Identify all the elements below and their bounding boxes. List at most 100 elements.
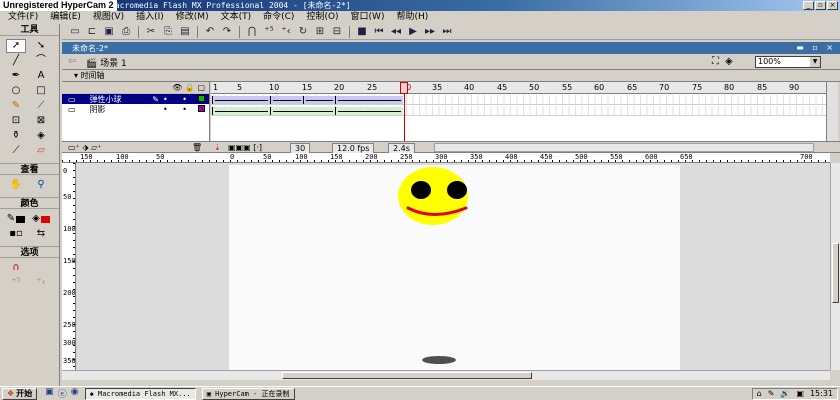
ie-icon[interactable]: ⓔ xyxy=(58,387,67,400)
tween-span[interactable] xyxy=(335,107,403,115)
layer-row-shadow[interactable]: ▭ 阴影 • • xyxy=(62,104,209,114)
new-file-icon[interactable]: ▭ xyxy=(68,25,82,38)
frame-row-ball[interactable] xyxy=(211,95,826,105)
menu-insert[interactable]: 插入(I) xyxy=(136,11,164,24)
stop-icon[interactable]: ■ xyxy=(355,25,369,38)
menu-control[interactable]: 控制(O) xyxy=(306,11,338,24)
scene-edit-icons[interactable]: ⛶◈ xyxy=(712,56,739,67)
layer-row-ball[interactable]: ▭ 弹性小球 ✎ • • xyxy=(62,94,209,104)
menu-edit[interactable]: 编辑(E) xyxy=(50,11,81,24)
save-icon[interactable]: ▣ xyxy=(102,25,116,38)
fill-color-icon[interactable]: ◈ xyxy=(31,212,51,226)
play-icon[interactable]: ▶ xyxy=(406,25,420,38)
scroll-thumb[interactable] xyxy=(832,243,839,303)
task-hypercam[interactable]: ▣ HyperCam - 正在录制 xyxy=(201,387,295,400)
timeline-header[interactable]: ▾ 时间轴 xyxy=(62,70,840,82)
eyedropper-tool-icon[interactable]: ⟋ xyxy=(6,144,26,158)
rotate-icon[interactable]: ↻ xyxy=(296,25,310,38)
tool-icon[interactable]: ✎ xyxy=(768,389,775,399)
fill-transform-tool-icon[interactable]: ⊠ xyxy=(31,114,51,128)
menu-view[interactable]: 视图(V) xyxy=(93,11,124,24)
eraser-tool-icon[interactable]: ▱ xyxy=(31,144,51,158)
timeline-hscroll[interactable] xyxy=(434,143,814,152)
snap-icon[interactable]: ⋂ xyxy=(245,25,259,38)
minimize-button[interactable]: _ xyxy=(803,1,814,10)
work-area[interactable] xyxy=(77,163,830,370)
menu-commands[interactable]: 命令(C) xyxy=(263,11,294,24)
layer-buttons[interactable]: ▭⁺ ⬗ ▱⁺ xyxy=(68,143,101,153)
black-white-icon[interactable]: ▪▫ xyxy=(6,227,26,241)
zoom-tool-icon[interactable]: ⚲ xyxy=(31,178,51,192)
desktop-icon[interactable]: ▣ xyxy=(45,387,54,400)
ball-shadow[interactable] xyxy=(422,356,456,364)
arrow-tool-icon[interactable]: ➚ xyxy=(6,39,26,53)
smooth-icon[interactable]: ⁺⁵ xyxy=(262,25,276,38)
cut-icon[interactable]: ✂ xyxy=(144,25,158,38)
layer-toggles[interactable]: • • xyxy=(163,105,193,114)
go-to-end-icon[interactable]: ⏭ xyxy=(440,25,454,38)
pencil-tool-icon[interactable]: ✎ xyxy=(6,99,26,113)
paint-bucket-tool-icon[interactable]: ◈ xyxy=(31,129,51,143)
center-frame-icon[interactable]: ⇣ xyxy=(214,143,221,153)
document-tab[interactable]: 未命名-2* xyxy=(66,43,114,54)
straighten-option-icon[interactable]: ⁺‹ xyxy=(31,276,51,290)
text-tool-icon[interactable]: A xyxy=(31,69,51,83)
tween-span[interactable] xyxy=(270,96,303,104)
pen-tool-icon[interactable]: ✒ xyxy=(6,69,26,83)
start-button[interactable]: ❖ 开始 xyxy=(2,387,38,400)
playhead-handle[interactable] xyxy=(400,82,408,94)
menu-modify[interactable]: 修改(M) xyxy=(176,11,209,24)
document-window-controls[interactable]: ▬ ▫ × xyxy=(796,42,836,54)
rectangle-tool-icon[interactable]: □ xyxy=(31,84,51,98)
lasso-tool-icon[interactable]: ⌒ xyxy=(31,54,51,68)
stage[interactable] xyxy=(229,165,680,370)
hand-tool-icon[interactable]: ✋ xyxy=(6,178,26,192)
paste-icon[interactable]: ▤ xyxy=(178,25,192,38)
layer-outline-color[interactable] xyxy=(198,95,205,102)
brush-tool-icon[interactable]: ⟋ xyxy=(31,99,51,113)
scene-label[interactable]: 🎬 场景 1 xyxy=(86,56,127,69)
ink-bottle-tool-icon[interactable]: ⚱ xyxy=(6,129,26,143)
snap-magnet-icon[interactable]: ∩ xyxy=(6,261,26,275)
onion-skin-icons[interactable]: ▣▣▣ [·] xyxy=(228,143,262,153)
smooth-option-icon[interactable]: ⁺⁵ xyxy=(6,276,26,290)
network-icon[interactable]: ⌂ xyxy=(757,389,762,399)
line-tool-icon[interactable]: ╱ xyxy=(6,54,26,68)
rewind-icon[interactable]: ⏮ xyxy=(372,25,386,38)
menu-window[interactable]: 窗口(W) xyxy=(351,11,385,24)
open-folder-icon[interactable]: ⊏ xyxy=(85,25,99,38)
menu-help[interactable]: 帮助(H) xyxy=(396,11,428,24)
align-icon[interactable]: ⊟ xyxy=(330,25,344,38)
menu-file[interactable]: 文件(F) xyxy=(8,11,38,24)
frame-grid[interactable]: 1 5 10 15 20 25 30 35 40 45 50 55 60 65 … xyxy=(211,82,826,142)
media-icon[interactable]: ◉ xyxy=(71,387,79,400)
zoom-select[interactable]: 100% ▼ xyxy=(755,56,821,68)
timeline-scrollbar[interactable] xyxy=(826,82,838,142)
task-flash[interactable]: ◆ Macromedia Flash MX... xyxy=(84,387,196,400)
frame-row-shadow[interactable] xyxy=(211,106,826,116)
stroke-color-icon[interactable]: ✎ xyxy=(6,212,26,226)
back-arrow-icon[interactable]: ⇦ xyxy=(68,56,76,67)
layer-outline-color[interactable] xyxy=(198,105,205,112)
stage-vscroll[interactable] xyxy=(830,163,840,370)
free-transform-tool-icon[interactable]: ⊡ xyxy=(6,114,26,128)
layer-toggles[interactable]: • • xyxy=(163,95,193,104)
copy-icon[interactable]: ⎘ xyxy=(161,25,175,38)
tween-span[interactable] xyxy=(212,96,270,104)
speaker-icon[interactable]: 🔊 xyxy=(780,389,790,399)
tween-span[interactable] xyxy=(270,107,335,115)
redo-icon[interactable]: ↷ xyxy=(220,25,234,38)
frame-ruler[interactable]: 1 5 10 15 20 25 30 35 40 45 50 55 60 65 … xyxy=(211,82,826,94)
scroll-thumb[interactable] xyxy=(282,372,532,379)
step-back-icon[interactable]: ◂◂ xyxy=(389,25,403,38)
menu-text[interactable]: 文本(T) xyxy=(221,11,252,24)
subselect-tool-icon[interactable]: ➘ xyxy=(31,39,51,53)
stage-hscroll[interactable] xyxy=(62,370,830,380)
step-forward-icon[interactable]: ▸▸ xyxy=(423,25,437,38)
trash-icon[interactable]: 🗑 xyxy=(192,143,202,153)
undo-icon[interactable]: ↶ xyxy=(203,25,217,38)
oval-tool-icon[interactable]: ○ xyxy=(6,84,26,98)
straighten-icon[interactable]: ⁺‹ xyxy=(279,25,293,38)
print-icon[interactable]: ⎙ xyxy=(119,25,133,38)
close-button[interactable]: × xyxy=(827,1,838,10)
